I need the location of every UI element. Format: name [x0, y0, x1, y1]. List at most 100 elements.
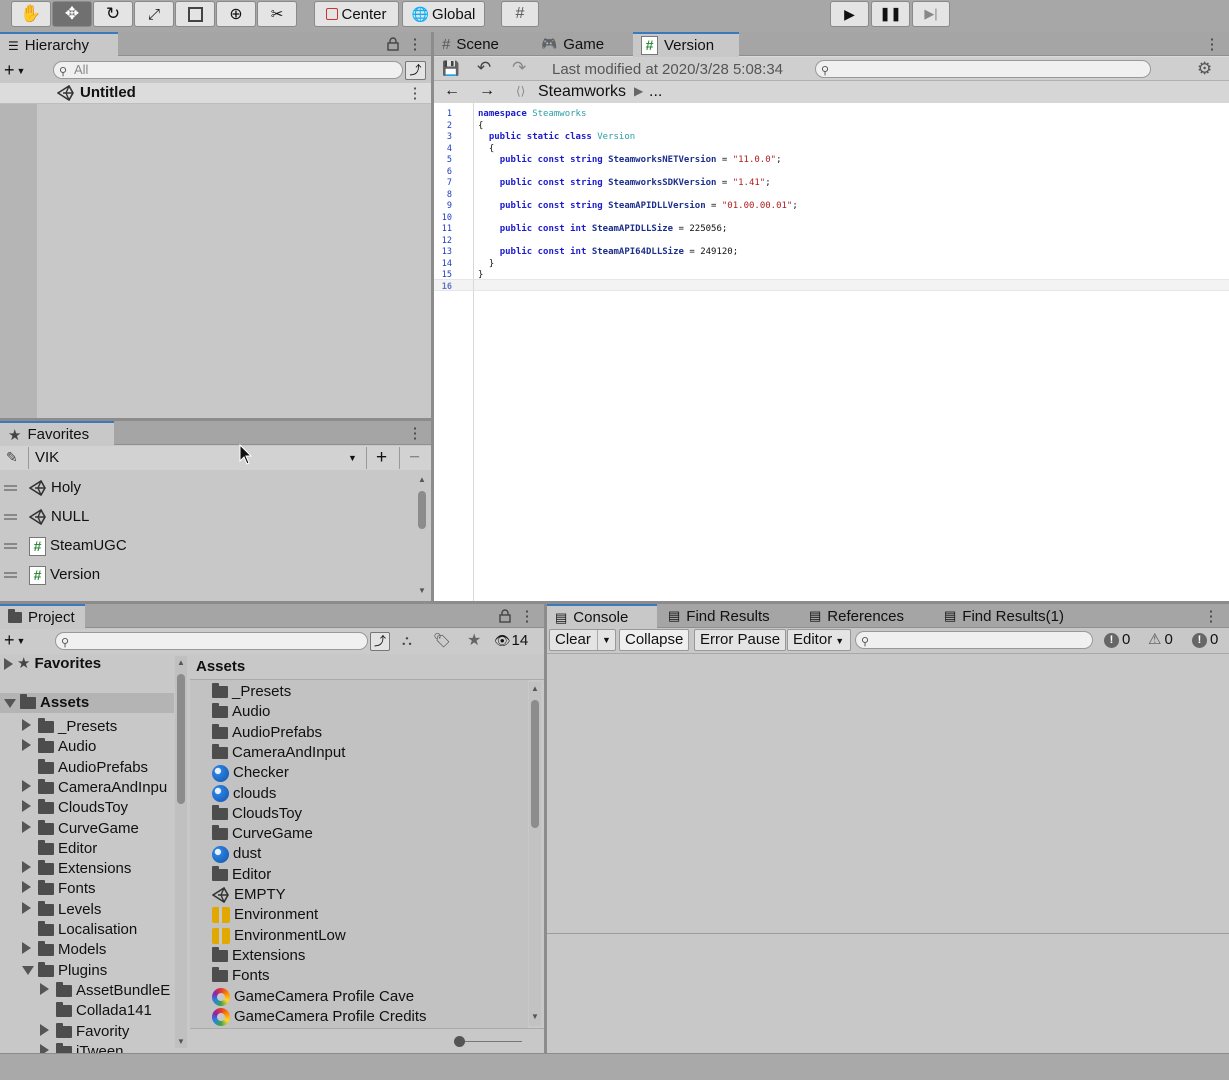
- console-detail-area[interactable]: [547, 933, 1229, 1053]
- project-search-input[interactable]: ⚲: [55, 632, 368, 650]
- scale-tool-button[interactable]: ⤢: [134, 1, 174, 27]
- tab-hierarchy[interactable]: ☰ Hierarchy: [0, 32, 118, 57]
- asset-item[interactable]: _Presets: [212, 682, 291, 702]
- forward-arrow-icon[interactable]: →: [479, 82, 495, 100]
- step-button[interactable]: ▶|: [912, 1, 950, 27]
- chevron-right-icon[interactable]: [40, 1042, 52, 1053]
- drag-handle-icon[interactable]: [4, 485, 17, 491]
- scroll-down-icon[interactable]: ▼: [177, 1037, 185, 1046]
- tree-favorites[interactable]: ★ Favorites: [4, 654, 101, 674]
- chevron-right-icon[interactable]: [22, 879, 34, 899]
- scroll-up-icon[interactable]: ▲: [177, 658, 185, 667]
- tree-folder-item[interactable]: Localisation: [22, 920, 137, 940]
- assets-scroll-thumb[interactable]: [531, 700, 539, 828]
- filter-by-type-icon[interactable]: ⛬: [402, 632, 412, 649]
- favorites-menu-button[interactable]: ⋮: [408, 423, 423, 443]
- tree-folder-item[interactable]: CurveGame: [22, 819, 139, 839]
- tree-folder-item[interactable]: Levels: [22, 900, 101, 920]
- favorites-scroll-thumb[interactable]: [418, 491, 426, 529]
- tab-find-results-1[interactable]: ▤ Find Results(1): [936, 604, 1076, 628]
- collapse-button[interactable]: Collapse: [619, 629, 690, 651]
- console-search-input[interactable]: ⚲: [855, 631, 1093, 649]
- asset-item[interactable]: EnvironmentLow: [212, 926, 346, 946]
- chevron-right-icon[interactable]: [40, 981, 52, 1001]
- lock-icon[interactable]: [499, 609, 511, 623]
- pause-button[interactable]: ❚❚: [871, 1, 910, 27]
- tab-project[interactable]: Project: [0, 604, 85, 629]
- tree-scrollbar[interactable]: ▲ ▼: [175, 656, 187, 1048]
- error-count-toggle[interactable]: ! 0: [1192, 629, 1218, 651]
- pencil-icon[interactable]: ✎: [6, 449, 18, 466]
- favorite-item[interactable]: # Version: [4, 565, 100, 585]
- chevron-right-icon[interactable]: [22, 859, 34, 879]
- assets-scrollbar[interactable]: ▲ ▼: [529, 682, 541, 1026]
- lock-icon[interactable]: [387, 37, 399, 51]
- asset-item[interactable]: Checker: [212, 763, 289, 783]
- clear-button[interactable]: Clear ▼: [549, 629, 616, 651]
- scene-menu-button[interactable]: ⋮: [408, 83, 423, 103]
- drag-handle-icon[interactable]: [4, 514, 17, 520]
- log-count-toggle[interactable]: ! 0: [1104, 629, 1130, 651]
- asset-item[interactable]: Editor: [212, 865, 271, 885]
- tree-folder-item[interactable]: iTween: [40, 1042, 124, 1053]
- asset-item[interactable]: clouds: [212, 784, 276, 804]
- asset-item[interactable]: Fonts: [212, 966, 270, 986]
- chevron-right-icon[interactable]: [22, 940, 34, 960]
- tab-version[interactable]: # Version: [633, 32, 739, 57]
- asset-item[interactable]: CurveGame: [212, 824, 313, 844]
- asset-item[interactable]: Extensions: [212, 946, 305, 966]
- favorites-list-dropdown[interactable]: VIK ▼: [28, 447, 364, 469]
- chevron-down-icon[interactable]: ▼: [597, 630, 611, 650]
- asset-item[interactable]: Environment: [212, 905, 318, 925]
- error-pause-button[interactable]: Error Pause: [694, 629, 787, 651]
- hierarchy-search-input[interactable]: ⚲ All: [53, 61, 403, 79]
- warning-count-toggle[interactable]: ⚠ 0: [1148, 629, 1173, 651]
- drag-handle-icon[interactable]: [4, 543, 17, 549]
- asset-item[interactable]: CloudsToy: [212, 804, 302, 824]
- tree-folder-item[interactable]: AssetBundleE: [40, 981, 170, 1001]
- chevron-down-icon[interactable]: [22, 961, 34, 981]
- tree-folder-item[interactable]: Models: [22, 940, 106, 960]
- pivot-center-button[interactable]: Center: [314, 1, 399, 27]
- global-space-button[interactable]: 🌐 Global: [402, 1, 485, 27]
- tab-console[interactable]: ▤ Console: [547, 604, 657, 629]
- breadcrumb-more[interactable]: ...: [649, 83, 662, 101]
- breadcrumb-namespace[interactable]: Steamworks: [538, 83, 626, 101]
- save-icon[interactable]: 💾: [442, 60, 459, 77]
- tree-folder-item[interactable]: CloudsToy: [22, 798, 128, 818]
- chevron-right-icon[interactable]: [22, 900, 34, 920]
- rotate-tool-button[interactable]: ↻: [93, 1, 133, 27]
- custom-tool-button[interactable]: ✂: [257, 1, 297, 27]
- rect-tool-button[interactable]: [175, 1, 215, 27]
- scroll-up-icon[interactable]: ▲: [531, 684, 539, 693]
- favorite-item[interactable]: Holy: [4, 478, 81, 498]
- bottom-splitter[interactable]: [0, 601, 1229, 604]
- tree-folder-item[interactable]: _Presets: [22, 717, 117, 737]
- tree-folder-item[interactable]: Fonts: [22, 879, 96, 899]
- hierarchy-menu-button[interactable]: ⋮: [408, 34, 423, 54]
- drag-handle-icon[interactable]: [4, 572, 17, 578]
- search-type-button[interactable]: ⤴: [370, 632, 390, 651]
- tree-scroll-thumb[interactable]: [177, 674, 185, 804]
- vertical-splitter[interactable]: [431, 32, 434, 601]
- chevron-right-icon[interactable]: [40, 1022, 52, 1042]
- editor-dropdown[interactable]: Editor ▼: [787, 629, 851, 651]
- tree-folder-item[interactable]: Editor: [22, 839, 97, 859]
- code-area[interactable]: namespace Steamworks{ public static clas…: [474, 103, 1229, 601]
- horizontal-splitter[interactable]: [0, 418, 431, 421]
- chevron-right-icon[interactable]: [22, 717, 34, 737]
- scene-header[interactable]: Untitled ⋮: [0, 83, 431, 104]
- remove-favorite-button[interactable]: −: [399, 447, 429, 469]
- add-favorite-button[interactable]: +: [366, 447, 396, 469]
- tree-folder-item[interactable]: Favority: [40, 1022, 129, 1042]
- favorites-scrollbar[interactable]: ▲ ▼: [416, 473, 428, 601]
- gear-icon[interactable]: ⚙: [1197, 59, 1212, 79]
- bottom-vertical-splitter[interactable]: [544, 604, 547, 1053]
- snap-grid-button[interactable]: #: [501, 1, 539, 27]
- scroll-up-icon[interactable]: ▲: [418, 475, 426, 484]
- project-menu-button[interactable]: ⋮: [520, 606, 535, 626]
- asset-item[interactable]: CameraAndInput: [212, 743, 345, 763]
- tree-assets[interactable]: Assets: [0, 693, 174, 713]
- icon-size-slider[interactable]: [456, 1041, 522, 1042]
- tree-folder-item[interactable]: AudioPrefabs: [22, 758, 148, 778]
